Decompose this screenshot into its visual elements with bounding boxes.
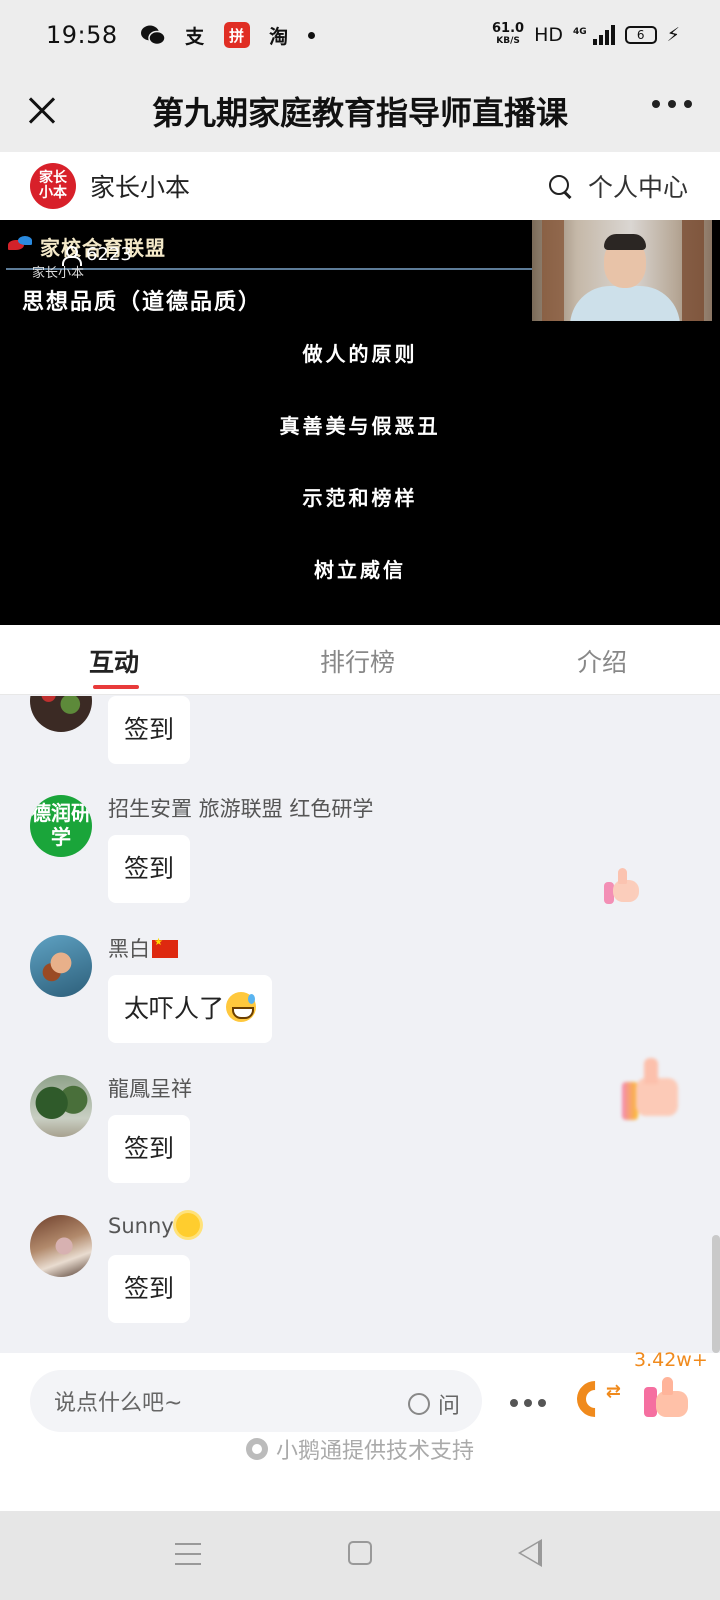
chat-list[interactable]: 签到 德润研学 招生安置 旅游联盟 红色研学 签到 黑白 太吓人了 龍鳳呈祥 签… (0, 696, 720, 1353)
like-count: 3.42w+ (634, 1349, 708, 1371)
brand-name[interactable]: 家长小本 (90, 168, 190, 204)
signal-icon (592, 25, 615, 45)
sender-name: 黑白 (108, 933, 178, 963)
notification-icons: 支 拼 淘 (140, 22, 315, 48)
slide-heading: 思想品质（道德品质） (22, 289, 263, 315)
input-bar: 说点什么吧~ 问 ⇄ 3.42w+ 小鹅通提供技术支持 (0, 1349, 720, 1511)
sun-emoji-icon (175, 1213, 200, 1237)
tab-introduction[interactable]: 介绍 (577, 643, 627, 679)
grinning-sweat-emoji-icon (226, 992, 257, 1022)
title-bar: 第九期家庭教育指导师直播课 (0, 70, 720, 152)
brand-header: 家长小本 家长小本 个人中心 (0, 152, 720, 220)
sender-name: 龍鳳呈祥 (108, 1077, 192, 1101)
back-icon[interactable] (518, 1539, 542, 1567)
message-bubble: 签到 (108, 1115, 191, 1183)
radio-circle-icon (407, 1393, 430, 1415)
charging-icon: ⚡ (666, 24, 680, 46)
xiaoetong-logo-icon (245, 1438, 268, 1460)
battery-icon: 6 (624, 26, 657, 44)
chat-scrollbar[interactable] (712, 1235, 720, 1353)
home-icon[interactable] (348, 1541, 372, 1565)
slide-line: 树立威信 (314, 558, 406, 582)
hd-indicator: HD (534, 24, 563, 46)
sender-name: 招生安置 旅游联盟 红色研学 (108, 797, 374, 821)
personal-center-link[interactable]: 个人中心 (588, 168, 688, 204)
status-time: 19:58 (46, 21, 118, 49)
slide-line: 做人的原则 (302, 342, 418, 366)
comment-input[interactable]: 说点什么吧~ 问 (30, 1370, 482, 1432)
message-bubble: 签到 (108, 835, 191, 903)
close-icon[interactable] (22, 90, 62, 130)
user-icon (62, 245, 82, 266)
viewer-count: 6223 (62, 244, 132, 266)
more-notifications-dot (307, 31, 315, 39)
pinduoduo-icon: 拼 (223, 22, 250, 48)
slide-line: 真善美与假恶丑 (279, 414, 441, 438)
sender-name: Sunny (108, 1213, 200, 1238)
tab-leaderboard[interactable]: 排行榜 (320, 643, 395, 679)
message-bubble: 签到 (108, 1255, 191, 1323)
brand-logo[interactable]: 家长小本 (30, 163, 76, 209)
like-button-icon[interactable] (644, 1375, 690, 1421)
avatar[interactable] (30, 696, 92, 732)
presenter-camera-pip[interactable] (532, 220, 712, 321)
network-type: 4G (573, 27, 587, 37)
phone-call-icon[interactable]: ⇄ (569, 1373, 621, 1425)
bird-logo-icon (8, 235, 34, 258)
slide-lines: 做人的原则 真善美与假恶丑 示范和榜样 树立威信 (0, 338, 720, 625)
live-video-player[interactable]: 家校合育联盟 家长小本 6223 思想品质（道德品质） 做人的原则 真善美与假恶… (0, 220, 720, 625)
active-tab-indicator (93, 685, 139, 689)
brand-actions: 个人中心 (548, 168, 688, 204)
more-actions-button[interactable] (510, 1399, 546, 1407)
search-icon[interactable] (548, 174, 572, 198)
china-flag-icon (152, 937, 178, 958)
net-speed: 61.0 KB/S (492, 21, 525, 46)
page-title: 第九期家庭教育指导师直播课 (151, 94, 568, 132)
message-bubble: 签到 (108, 696, 191, 764)
tech-support-credit: 小鹅通提供技术支持 (0, 1433, 720, 1465)
slide-line: 示范和榜样 (302, 486, 418, 510)
status-bar: 19:58 支 拼 淘 61.0 KB/S HD 4G 6 ⚡ (0, 0, 720, 70)
system-navigation-bar (0, 1511, 720, 1600)
message-bubble: 太吓人了 (108, 975, 273, 1043)
wechat-icon (140, 22, 166, 48)
tab-interaction[interactable]: 互动 (89, 643, 139, 679)
floating-like-icon (604, 868, 640, 904)
tab-bar: 互动 排行榜 介绍 (0, 625, 720, 695)
taobao-icon: 淘 (269, 25, 289, 48)
recent-apps-icon[interactable] (175, 1543, 201, 1565)
video-divider-line (6, 268, 532, 270)
more-menu-button[interactable] (652, 100, 692, 108)
avatar[interactable]: 德润研学 (30, 795, 92, 857)
avatar[interactable] (30, 1215, 92, 1277)
alipay-icon: 支 (185, 25, 205, 48)
avatar[interactable] (30, 935, 92, 997)
ask-question-toggle[interactable]: 问 (407, 1388, 460, 1420)
avatar[interactable] (30, 1075, 92, 1137)
floating-like-icon (622, 1058, 680, 1120)
status-right: 61.0 KB/S HD 4G 6 ⚡ (492, 21, 680, 47)
